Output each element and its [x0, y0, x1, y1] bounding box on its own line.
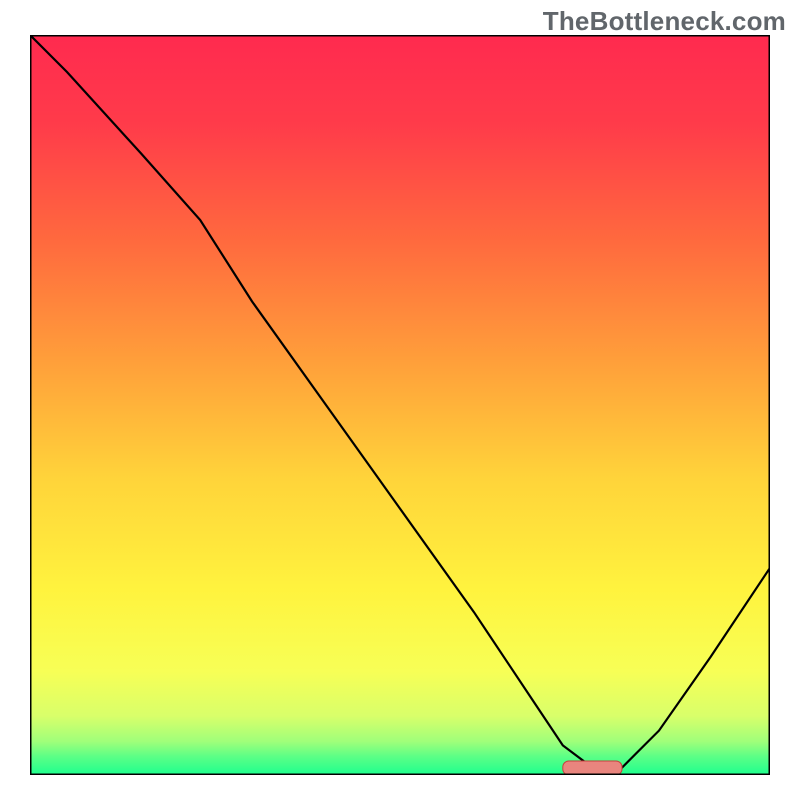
chart-svg [30, 35, 770, 775]
plot-area [30, 35, 770, 775]
watermark-text: TheBottleneck.com [543, 6, 786, 37]
chart-container: TheBottleneck.com [0, 0, 800, 800]
gradient-background [30, 35, 770, 775]
optimal-marker [563, 761, 622, 775]
